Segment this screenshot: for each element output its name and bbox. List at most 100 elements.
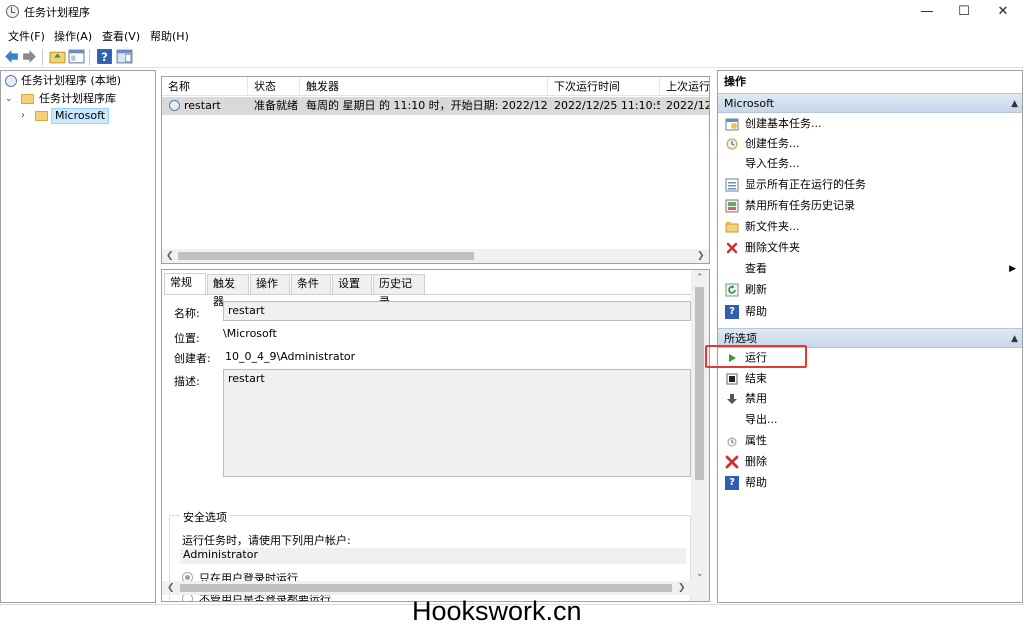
- table-row[interactable]: restart 准备就绪 每周的 星期日 的 11:10 时，开始日期: 202…: [162, 97, 709, 115]
- task-icon: [169, 100, 180, 111]
- run-as-text: 运行任务时，请使用下列用户帐户:: [182, 534, 351, 547]
- scroll-up-icon[interactable]: ⌃: [696, 271, 704, 285]
- menu-bar: 文件(F) 操作(A) 查看(V) 帮助(H): [0, 25, 1024, 45]
- task-scheduler-icon: [6, 5, 19, 18]
- chevron-down-icon[interactable]: ⌄: [5, 91, 13, 107]
- action-new-folder[interactable]: 新文件夹...: [718, 217, 1022, 237]
- up-folder-icon[interactable]: [49, 48, 66, 65]
- chevron-right-icon[interactable]: ›: [21, 108, 25, 124]
- actions-pane: 操作 Microsoft ▲ 创建基本任务... 创建任务... 导入任务...…: [717, 70, 1023, 603]
- action-pane-toggle-icon[interactable]: [116, 48, 133, 65]
- column-status[interactable]: 状态: [248, 77, 300, 96]
- scroll-left-icon[interactable]: ❮: [166, 249, 174, 263]
- task-list: 名称 状态 触发器 下次运行时间 上次运行( restart 准备就绪 每周的 …: [161, 76, 710, 264]
- menu-file[interactable]: 文件(F): [8, 28, 45, 44]
- folder-icon: [35, 111, 48, 121]
- close-button[interactable]: ✕: [985, 0, 1021, 24]
- column-trigger[interactable]: 触发器: [300, 77, 548, 96]
- task-status: 准备就绪: [254, 99, 298, 112]
- task-list-header: 名称 状态 触发器 下次运行时间 上次运行(: [162, 77, 709, 96]
- tab-conditions[interactable]: 条件: [291, 274, 331, 294]
- help-icon[interactable]: ?: [96, 48, 113, 65]
- action-refresh[interactable]: 刷新: [718, 280, 1022, 300]
- action-export[interactable]: 导出...: [718, 410, 1022, 430]
- toolbar: ?: [0, 46, 1024, 68]
- task-name: restart: [184, 99, 221, 112]
- menu-action[interactable]: 操作(A): [54, 28, 92, 44]
- author-value: 10_0_4_9\Administrator: [225, 350, 356, 363]
- clock-icon: [5, 75, 17, 87]
- refresh-icon: [725, 283, 739, 297]
- tab-triggers[interactable]: 触发器: [207, 274, 249, 308]
- create-task-icon: [726, 138, 738, 150]
- scroll-right-icon[interactable]: ❯: [697, 249, 705, 263]
- minimize-button[interactable]: —: [909, 0, 945, 24]
- task-list-hscrollbar[interactable]: ❮ ❯: [162, 249, 709, 263]
- window-title: 任务计划程序: [24, 6, 90, 19]
- maximize-button[interactable]: ☐: [946, 0, 982, 24]
- new-folder-icon: [725, 222, 739, 233]
- running-tasks-icon: [725, 178, 739, 192]
- svg-text:?: ?: [101, 50, 108, 64]
- action-properties[interactable]: 属性: [718, 431, 1022, 451]
- location-value: \Microsoft: [223, 327, 277, 340]
- submenu-arrow-icon: ▶: [1009, 264, 1016, 274]
- column-name[interactable]: 名称: [162, 77, 248, 96]
- action-end[interactable]: 结束: [718, 369, 1022, 389]
- description-label: 描述:: [174, 375, 200, 388]
- watermark: Hookswork.cn: [412, 596, 582, 625]
- action-show-running[interactable]: 显示所有正在运行的任务: [718, 175, 1022, 195]
- tab-general[interactable]: 常规: [164, 273, 206, 295]
- folder-icon: [21, 94, 34, 104]
- collapse-icon[interactable]: ▲: [1011, 329, 1018, 349]
- scroll-thumb[interactable]: [178, 252, 474, 260]
- scroll-thumb[interactable]: [695, 287, 704, 480]
- action-help[interactable]: ? 帮助: [718, 302, 1022, 322]
- security-group-title: 安全选项: [180, 509, 230, 525]
- details-vscrollbar[interactable]: ⌃ ⌄: [691, 270, 709, 601]
- description-field[interactable]: restart: [223, 369, 691, 477]
- run-highlight-annotation: [705, 345, 807, 368]
- scroll-thumb[interactable]: [180, 584, 672, 592]
- console-tree: 任务计划程序 (本地) ⌄ 任务计划程序库 › Microsoft: [0, 70, 156, 603]
- action-create-basic-task[interactable]: 创建基本任务...: [718, 114, 1022, 134]
- back-arrow-icon[interactable]: [3, 48, 20, 65]
- action-disable-history[interactable]: 禁用所有任务历史记录: [718, 196, 1022, 216]
- properties-icon: [727, 437, 737, 447]
- column-next-run[interactable]: 下次运行时间: [548, 77, 660, 96]
- menu-help[interactable]: 帮助(H): [150, 28, 189, 44]
- tab-settings[interactable]: 设置: [332, 274, 372, 294]
- name-label: 名称:: [174, 307, 200, 320]
- delete-folder-icon: [726, 242, 738, 254]
- task-trigger: 每周的 星期日 的 11:10 时，开始日期: 2022/12/19: [306, 99, 548, 112]
- action-help-selected[interactable]: ? 帮助: [718, 473, 1022, 493]
- details-hscrollbar[interactable]: ❮ ❯: [162, 581, 691, 595]
- task-last-run: 2022/12/: [666, 99, 709, 112]
- tab-history[interactable]: 历史记录: [373, 274, 425, 308]
- section-header-label: 所选项: [724, 332, 757, 345]
- end-icon: [726, 373, 738, 385]
- action-delete-folder[interactable]: 删除文件夹: [718, 238, 1022, 258]
- action-import-task[interactable]: 导入任务...: [718, 154, 1022, 174]
- action-create-task[interactable]: 创建任务...: [718, 134, 1022, 154]
- column-last-run[interactable]: 上次运行(: [660, 77, 709, 96]
- action-disable[interactable]: 禁用: [718, 389, 1022, 409]
- show-hide-tree-icon[interactable]: [68, 48, 85, 65]
- section-header-microsoft[interactable]: Microsoft ▲: [718, 93, 1022, 113]
- title-bar: 任务计划程序 — ☐ ✕: [0, 0, 1024, 24]
- scroll-right-icon[interactable]: ❯: [678, 581, 686, 595]
- forward-arrow-icon[interactable]: [21, 48, 38, 65]
- action-view[interactable]: 查看 ▶: [718, 259, 1022, 279]
- tab-actions[interactable]: 操作: [250, 274, 290, 294]
- action-delete[interactable]: 删除: [718, 452, 1022, 472]
- delete-icon: [725, 455, 739, 469]
- name-field[interactable]: restart: [223, 301, 691, 321]
- scroll-down-icon[interactable]: ⌄: [696, 567, 704, 581]
- create-basic-task-icon: [725, 118, 739, 131]
- toolbar-separator: [42, 49, 43, 65]
- menu-view[interactable]: 查看(V): [102, 28, 140, 44]
- general-tab-content: 名称: restart 位置: \Microsoft 创建者: 10_0_4_9…: [164, 294, 692, 601]
- collapse-icon[interactable]: ▲: [1011, 94, 1018, 114]
- scroll-left-icon[interactable]: ❮: [167, 581, 175, 595]
- help-icon: ?: [725, 305, 739, 319]
